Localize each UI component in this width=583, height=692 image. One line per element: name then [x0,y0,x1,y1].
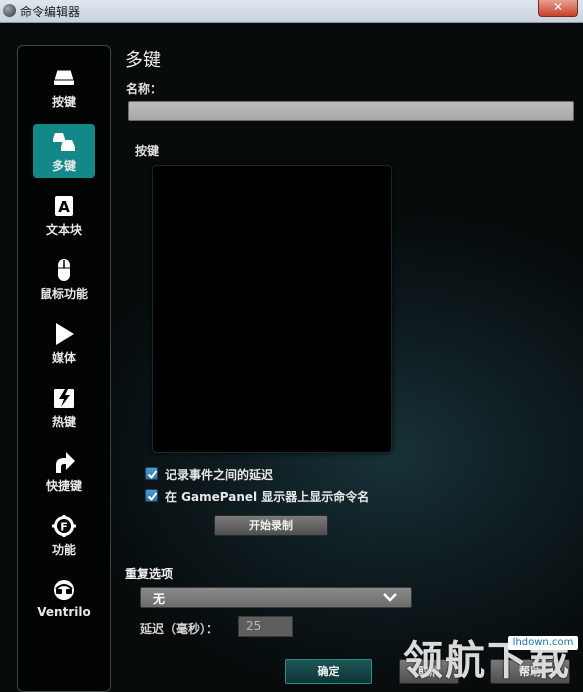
sidebar-item-label: 文本块 [45,223,82,237]
watermark-url: lhdown.com [508,636,578,650]
key-icon [53,69,75,85]
checkmark-icon [147,470,158,480]
multikey-icon [53,133,75,151]
record-delay-checkbox[interactable] [145,467,158,480]
checkmark-icon [147,492,158,502]
name-input[interactable] [128,101,574,121]
shortcut-arrow-icon [56,452,75,473]
sidebar-item-label: 鼠标功能 [39,287,88,301]
sidebar-item-mouse[interactable]: 鼠标功能 [33,252,95,306]
delay-ms-input[interactable]: 25 [238,616,293,637]
svg-text:F: F [60,521,68,534]
recorded-keys-list[interactable] [152,165,392,453]
sidebar-item-label: 多键 [51,159,76,173]
text-block-icon: A [55,196,73,216]
sidebar-item-shortcut[interactable]: 快捷键 [33,444,95,498]
sidebar-item-ventrilo[interactable]: Ventrilo [33,572,95,626]
show-name-label: 在 GamePanel 显示器上显示命令名 [165,490,370,504]
window-title: 命令编辑器 [20,5,81,19]
sidebar-item-label: 媒体 [51,351,76,365]
repeat-mode-select[interactable]: 无 [140,587,412,608]
dialog-body: 按键 多键 A 文本块 鼠标功能 媒体 热键 快捷键 F 功能 Ventrilo… [0,23,583,692]
record-delay-label: 记录事件之间的延迟 [165,468,274,482]
sidebar-item-hotkey[interactable]: 热键 [33,380,95,434]
command-type-sidebar: 按键 多键 A 文本块 鼠标功能 媒体 热键 快捷键 F 功能 Ventrilo [17,45,111,692]
sidebar-item-label: 快捷键 [45,479,82,493]
delay-label: 延迟（毫秒）： [140,622,219,636]
sidebar-item-label: 按键 [51,95,76,109]
sidebar-item-text-block[interactable]: A 文本块 [33,188,95,242]
ventrilo-headset-icon [54,580,74,600]
page-title: 多键 [125,50,161,71]
mouse-icon [58,259,70,281]
sidebar-item-function[interactable]: F 功能 [33,508,95,562]
sidebar-item-key[interactable]: 按键 [33,60,95,114]
sidebar-item-label: 热键 [51,415,76,429]
sidebar-item-label: Ventrilo [37,605,91,619]
chevron-down-icon [383,593,397,602]
sidebar-item-label: 功能 [51,543,76,557]
title-bar: 命令编辑器 ✕ [0,0,583,23]
play-icon [56,323,74,345]
ok-button[interactable]: 确定 [285,659,372,684]
sidebar-item-media[interactable]: 媒体 [33,316,95,370]
repeat-options-title: 重复选项 [125,567,174,581]
close-button[interactable]: ✕ [538,0,578,17]
hotkey-icon [54,389,74,408]
keys-label: 按键 [135,144,160,158]
svg-text:A: A [58,198,70,216]
repeat-mode-value: 无 [153,592,166,606]
sidebar-item-multikey[interactable]: 多键 [33,124,95,178]
name-label: 名称： [126,82,163,96]
start-recording-button[interactable]: 开始录制 [214,515,328,536]
app-logo-icon [3,4,16,17]
show-name-checkbox[interactable] [145,489,158,502]
function-gear-icon: F [52,515,76,537]
